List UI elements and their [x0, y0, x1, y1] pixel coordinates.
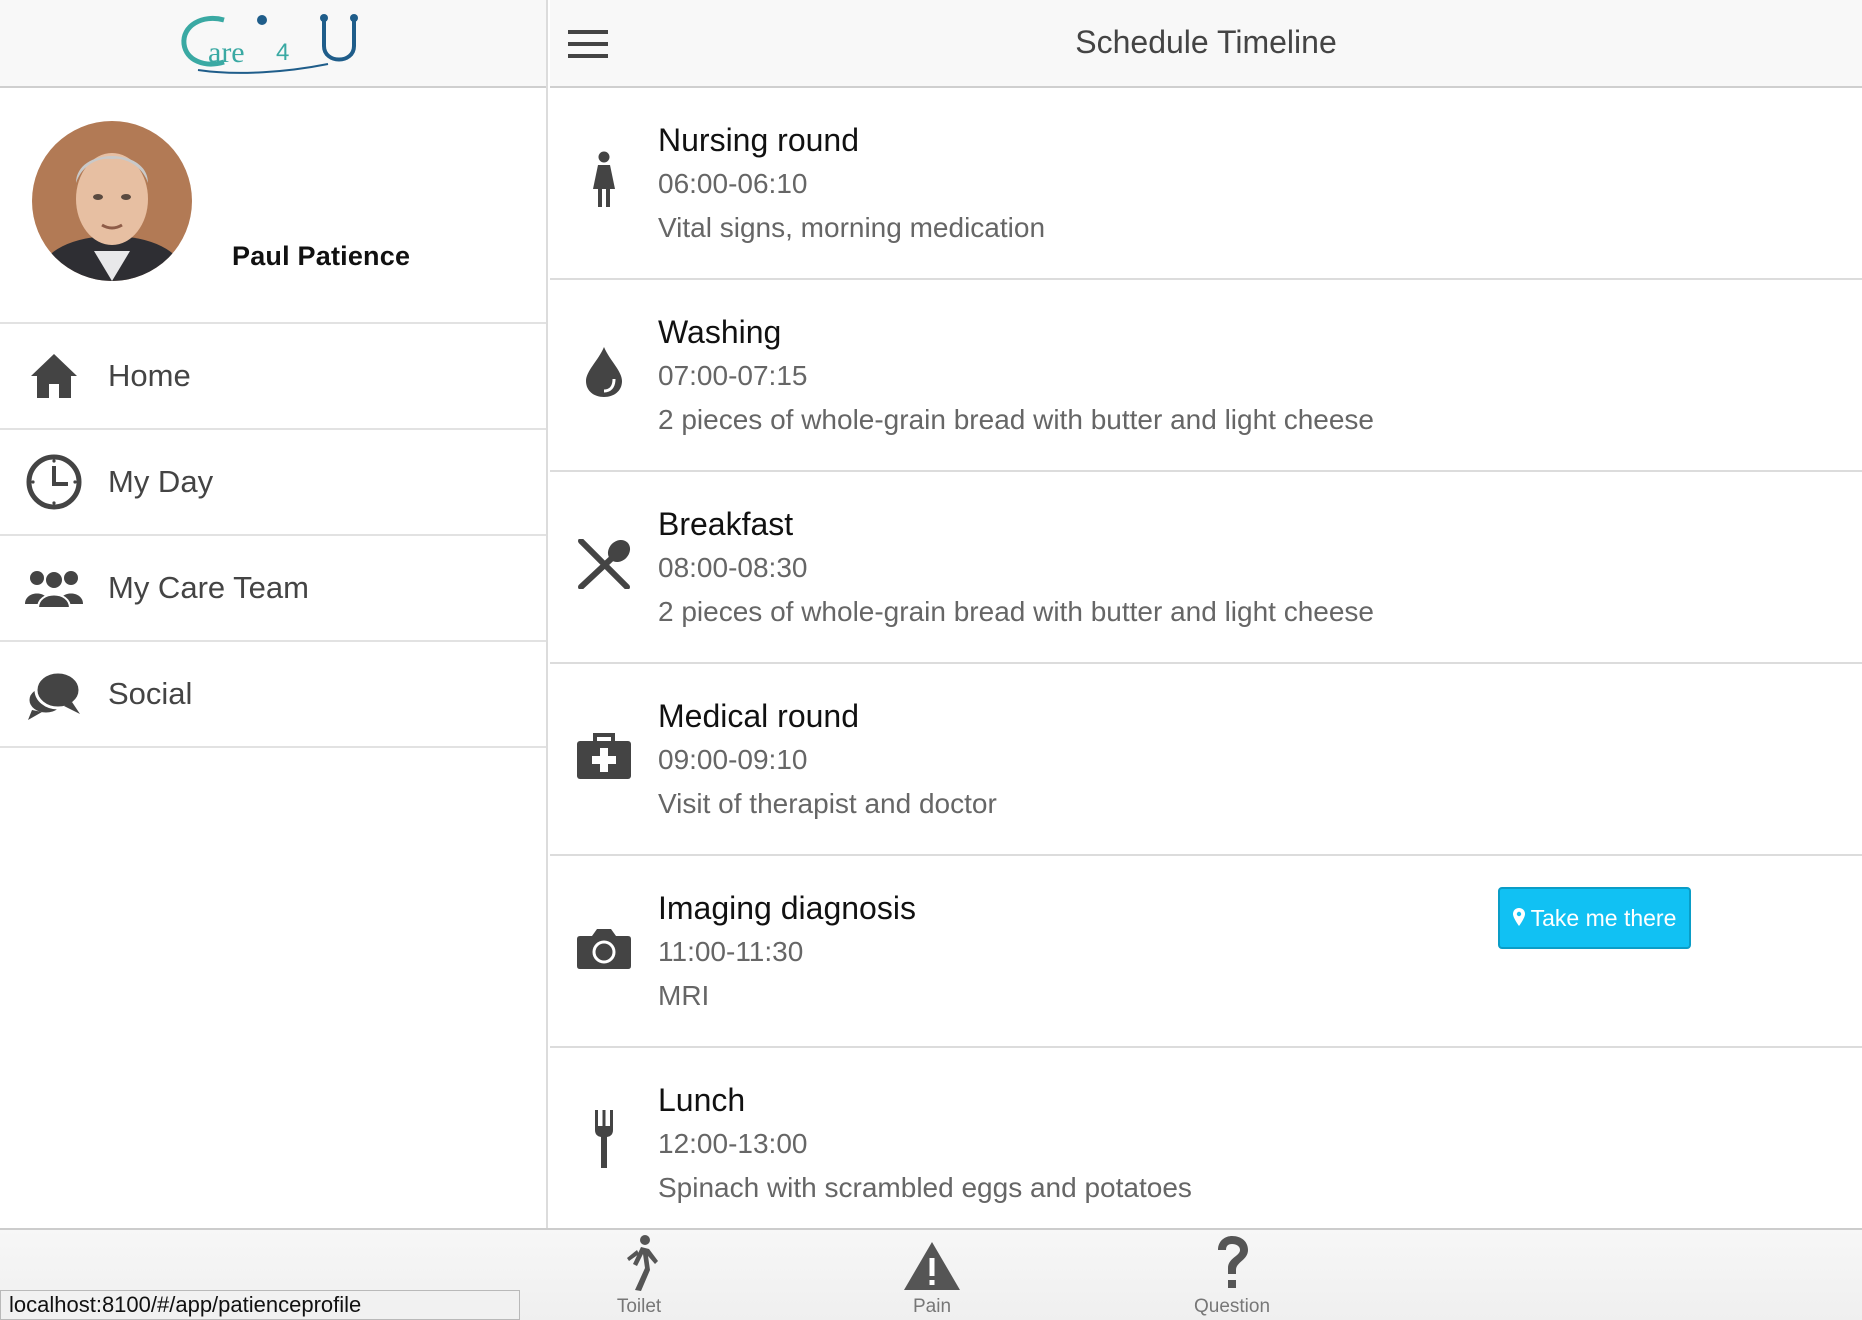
schedule-item-nursing-round[interactable]: Nursing round 06:00-06:10 Vital signs, m…	[550, 88, 1862, 280]
nav-label-social: Social	[108, 676, 193, 711]
item-description: MRI	[658, 980, 710, 1011]
page-title: Schedule Timeline	[1075, 24, 1337, 60]
item-description: Visit of therapist and doctor	[658, 788, 997, 819]
status-bar-url: localhost:8100/#/app/patienceprofile	[0, 1290, 520, 1320]
nurse-icon	[572, 148, 636, 212]
item-time: 08:00-08:30	[658, 552, 808, 583]
schedule-item-imaging-diagnosis[interactable]: Imaging diagnosis 11:00-11:30 MRI Take m…	[550, 856, 1862, 1048]
item-time: 12:00-13:00	[658, 1128, 808, 1159]
side-menu-header: are 4	[0, 0, 546, 88]
take-me-there-button[interactable]: Take me there	[1498, 887, 1691, 949]
warning-icon	[842, 1230, 1022, 1292]
item-title: Washing	[658, 314, 782, 350]
top-bar: Schedule Timeline	[550, 0, 1862, 88]
item-description: 2 pieces of whole-grain bread with butte…	[658, 596, 1374, 627]
camera-icon	[572, 916, 636, 980]
fork-icon	[572, 1108, 636, 1172]
chat-bubbles-icon	[0, 668, 108, 720]
item-description: 2 pieces of whole-grain bread with butte…	[658, 404, 1374, 435]
avatar[interactable]	[32, 121, 192, 281]
tab-label-question: Question	[1193, 1296, 1271, 1317]
item-time: 09:00-09:10	[658, 744, 808, 775]
care4u-logo: are 4	[178, 10, 368, 76]
take-me-there-label: Take me there	[1530, 904, 1677, 931]
tab-label-pain: Pain	[912, 1296, 952, 1317]
item-title: Breakfast	[658, 506, 794, 542]
profile-name: Paul Patience	[232, 241, 411, 271]
item-title: Imaging diagnosis	[658, 890, 916, 926]
nav-label-my-day: My Day	[108, 464, 214, 499]
home-icon	[0, 352, 108, 400]
schedule-item-breakfast[interactable]: Breakfast 08:00-08:30 2 pieces of whole-…	[550, 472, 1862, 664]
item-title: Nursing round	[658, 122, 859, 158]
nav-item-my-care-team[interactable]: My Care Team	[0, 536, 546, 642]
item-description: Vital signs, morning medication	[658, 212, 1046, 243]
svg-text:are: are	[208, 36, 245, 69]
nav-item-my-day[interactable]: My Day	[0, 430, 546, 536]
nav-label-my-care-team: My Care Team	[108, 570, 309, 605]
medkit-icon	[572, 724, 636, 788]
item-title: Medical round	[658, 698, 859, 734]
group-icon	[0, 568, 108, 608]
nav-item-home[interactable]: Home	[0, 324, 546, 430]
utensils-icon	[572, 532, 636, 596]
item-time: 11:00-11:30	[658, 936, 804, 967]
tab-toilet[interactable]: Toilet	[549, 1230, 729, 1320]
nav-label-home: Home	[108, 358, 191, 393]
map-marker-icon	[1512, 905, 1525, 932]
clock-icon	[0, 453, 108, 511]
tab-question[interactable]: Question	[1142, 1230, 1322, 1320]
schedule-item-medical-round[interactable]: Medical round 09:00-09:10 Visit of thera…	[550, 664, 1862, 856]
item-description: Spinach with scrambled eggs and potatoes	[658, 1172, 1192, 1203]
schedule-item-washing[interactable]: Washing 07:00-07:15 2 pieces of whole-gr…	[550, 280, 1862, 472]
schedule-item-lunch[interactable]: Lunch 12:00-13:00 Spinach with scrambled…	[550, 1048, 1862, 1228]
walking-icon	[549, 1230, 729, 1292]
nav-item-social[interactable]: Social	[0, 642, 546, 748]
item-time: 07:00-07:15	[658, 360, 808, 391]
item-title: Lunch	[658, 1082, 746, 1118]
side-menu: are 4 Paul Patience Home My Day My Care …	[0, 0, 548, 1228]
svg-text:4: 4	[276, 39, 289, 66]
tab-pain[interactable]: Pain	[842, 1230, 1022, 1320]
tab-label-toilet: Toilet	[616, 1296, 662, 1317]
item-time: 06:00-06:10	[658, 168, 808, 199]
question-icon	[1142, 1230, 1322, 1292]
main-content: Schedule Timeline Nursing round 06:00-06…	[550, 0, 1862, 1228]
profile-section[interactable]: Paul Patience	[0, 88, 546, 324]
water-drop-icon	[572, 340, 636, 404]
